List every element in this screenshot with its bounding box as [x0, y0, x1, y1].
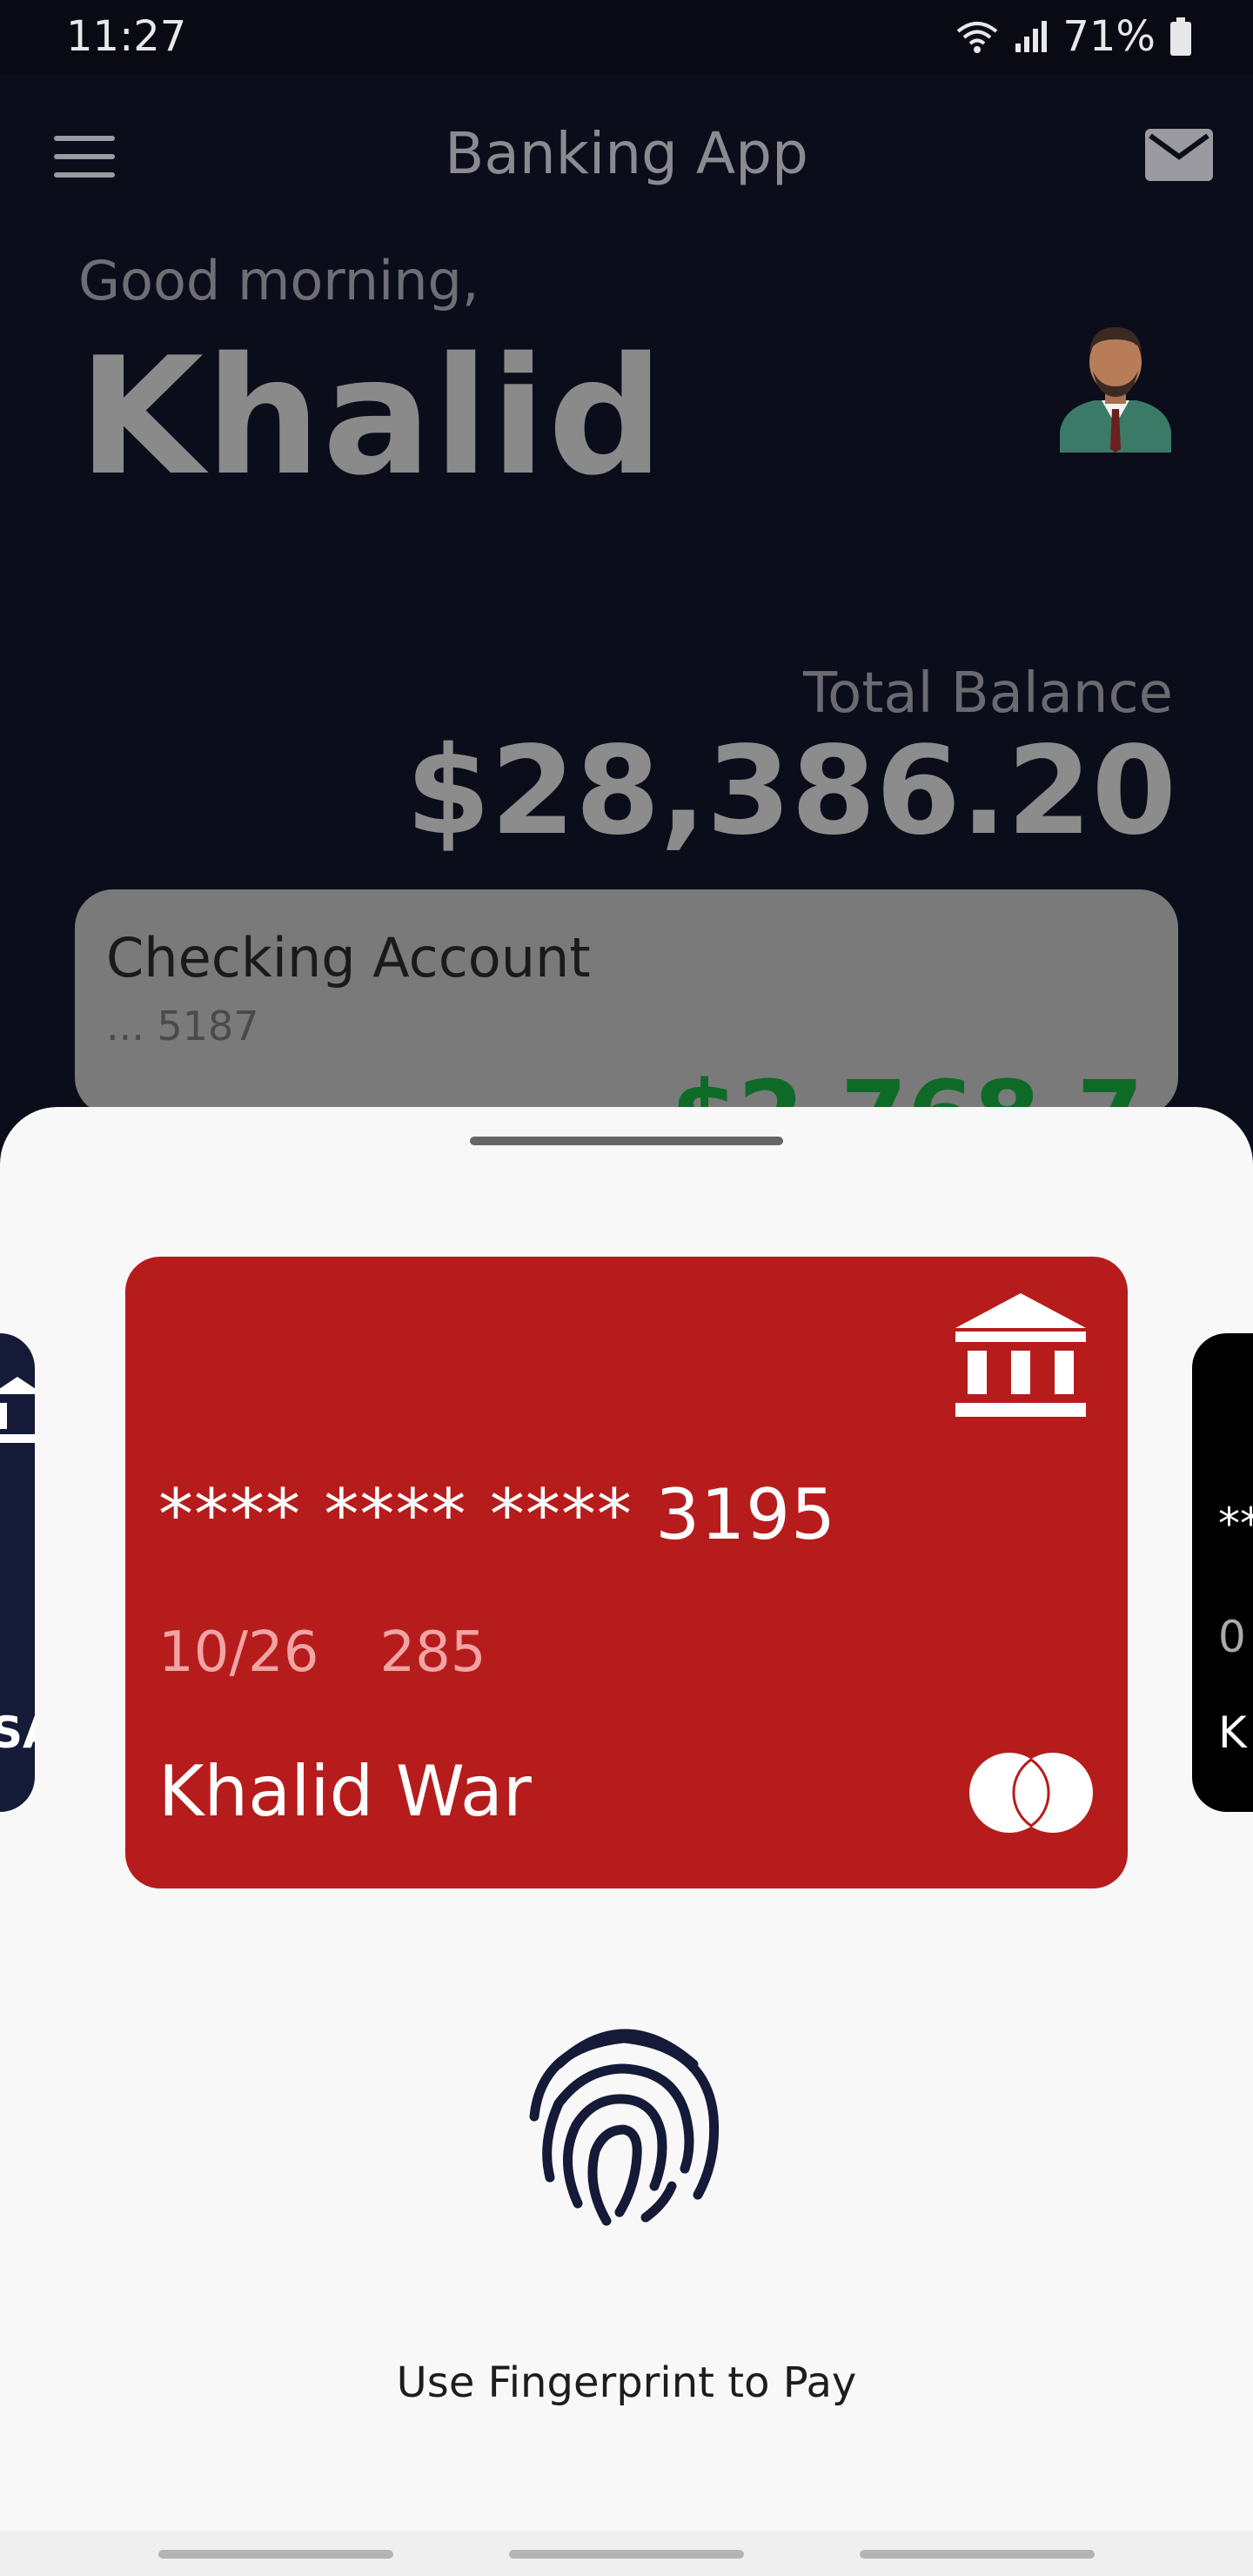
account-number: ... 5187 — [106, 1003, 259, 1050]
next-card-number: ** — [1218, 1499, 1253, 1549]
total-balance-label: Total Balance — [802, 661, 1173, 726]
user-name: Khalid — [78, 322, 666, 511]
system-nav-bar — [0, 2531, 1253, 2576]
next-card-expiry: 0 — [1218, 1612, 1246, 1662]
card-number-last4: 3195 — [655, 1474, 836, 1555]
bank-icon — [0, 1377, 35, 1443]
battery-percent: 71% — [1062, 12, 1156, 61]
greeting-text: Good morning, — [78, 249, 479, 312]
checking-account-card[interactable]: Checking Account ... 5187 $2,768.7 — [75, 889, 1178, 1171]
avatar[interactable] — [1055, 322, 1176, 453]
fingerprint-icon[interactable] — [524, 2012, 724, 2230]
status-bar: 11:27 71% — [0, 0, 1253, 75]
next-card[interactable]: ** 0 K — [1192, 1333, 1253, 1812]
payment-bottom-sheet: SA **** **** **** 3195 10/26 285 Khalid W… — [0, 1107, 1253, 2576]
card-expiry: 10/26 — [158, 1620, 319, 1685]
sheet-drag-handle[interactable] — [470, 1137, 783, 1145]
mastercard-icon — [969, 1753, 1093, 1833]
selected-payment-card[interactable]: **** **** **** 3195 10/26 285 Khalid War — [125, 1257, 1128, 1888]
battery-icon — [1170, 17, 1191, 56]
nav-home-button[interactable] — [509, 2550, 744, 2559]
signal-icon — [1015, 21, 1048, 52]
app-bar: Banking App — [0, 75, 1253, 240]
account-name: Checking Account — [106, 926, 591, 989]
next-card-holder: K — [1218, 1707, 1247, 1758]
wifi-icon — [957, 22, 998, 53]
card-cvv: 285 — [379, 1620, 486, 1685]
nav-back-button[interactable] — [860, 2550, 1095, 2559]
app-title: Banking App — [445, 120, 808, 187]
visa-logo-text: SA — [0, 1707, 35, 1758]
bank-icon — [955, 1293, 1086, 1417]
card-number: **** **** **** 3195 — [158, 1474, 836, 1555]
card-number-masked: **** **** **** — [158, 1474, 633, 1555]
fingerprint-instruction: Use Fingerprint to Pay — [396, 2358, 857, 2407]
previous-card[interactable]: SA — [0, 1333, 35, 1812]
card-holder-name: Khalid War — [158, 1751, 532, 1832]
status-time: 11:27 — [66, 12, 187, 61]
nav-recents-button[interactable] — [158, 2550, 393, 2559]
total-balance-value: $28,386.20 — [405, 721, 1176, 862]
status-icons: 71% — [955, 12, 1192, 61]
mail-icon[interactable] — [1145, 129, 1213, 181]
card-meta: 10/26 285 — [158, 1620, 486, 1685]
